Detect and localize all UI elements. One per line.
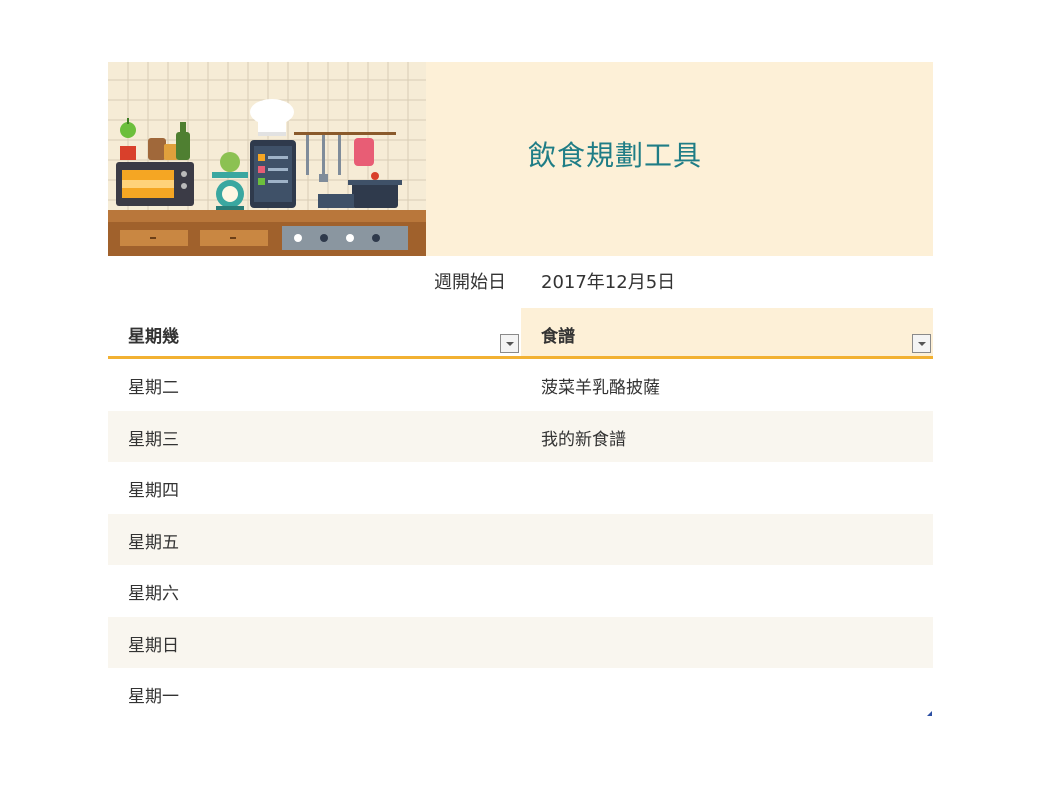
- day-cell[interactable]: 星期六: [128, 579, 179, 604]
- week-start-date[interactable]: 2017年12月5日: [541, 268, 675, 294]
- day-cell[interactable]: 星期二: [128, 373, 179, 398]
- table-header: 星期幾 食譜: [108, 308, 933, 356]
- table-row[interactable]: 星期六: [108, 565, 933, 617]
- table-row[interactable]: 星期一: [108, 668, 933, 720]
- column-header-day[interactable]: 星期幾: [108, 308, 521, 356]
- recipe-cell[interactable]: 我的新食譜: [541, 425, 626, 450]
- header-banner: 飲食規劃工具: [108, 62, 933, 256]
- day-cell[interactable]: 星期一: [128, 682, 179, 707]
- day-cell[interactable]: 星期四: [128, 476, 179, 501]
- table-row[interactable]: 星期四: [108, 462, 933, 514]
- table-row[interactable]: 星期三 我的新食譜: [108, 410, 933, 462]
- column-header-recipe[interactable]: 食譜: [521, 308, 933, 356]
- table-row[interactable]: 星期日: [108, 616, 933, 668]
- meal-planner-sheet: 飲食規劃工具 週開始日 2017年12月5日 星期幾 食譜 星期二 菠菜羊乳酪披…: [0, 0, 1038, 800]
- table-row[interactable]: 星期五: [108, 513, 933, 565]
- meal-table-body: 星期二 菠菜羊乳酪披薩 星期三 我的新食譜 星期四 星期五 星期六 星期日 星期…: [108, 359, 933, 720]
- table-resize-handle[interactable]: [927, 711, 932, 716]
- filter-dropdown-button[interactable]: [500, 334, 519, 353]
- day-cell[interactable]: 星期五: [128, 528, 179, 553]
- day-cell[interactable]: 星期三: [128, 425, 179, 450]
- stove-icon: [282, 226, 408, 250]
- column-header-day-label: 星期幾: [128, 327, 179, 347]
- microwave-icon: [116, 162, 194, 206]
- week-start-label: 週開始日: [434, 272, 506, 293]
- column-header-recipe-label: 食譜: [541, 327, 575, 347]
- day-cell[interactable]: 星期日: [128, 631, 179, 656]
- recipe-cell[interactable]: 菠菜羊乳酪披薩: [541, 373, 660, 398]
- table-row[interactable]: 星期二 菠菜羊乳酪披薩: [108, 359, 933, 411]
- filter-dropdown-button[interactable]: [912, 334, 931, 353]
- kitchen-illustration: [108, 62, 426, 256]
- page-title: 飲食規劃工具: [528, 139, 703, 172]
- chevron-down-icon: [506, 342, 514, 346]
- chevron-down-icon: [918, 342, 926, 346]
- tablet-recipe-icon: [250, 140, 296, 208]
